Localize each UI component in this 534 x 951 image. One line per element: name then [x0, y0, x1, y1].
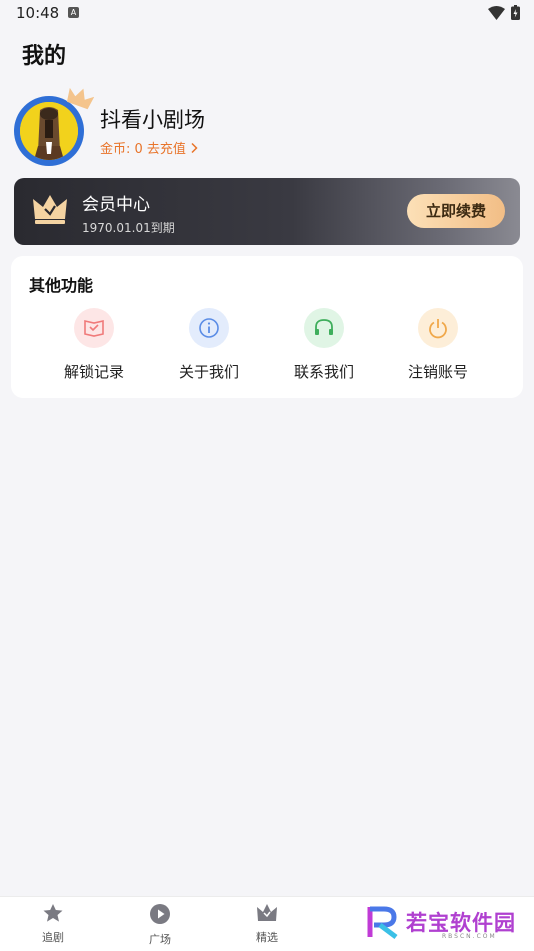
vip-crown-icon: [33, 195, 67, 224]
func-label: 注销账号: [407, 363, 468, 381]
tab-label: 追剧: [42, 931, 64, 944]
cancel-account-button[interactable]: 注销账号: [388, 308, 488, 382]
func-label: 解锁记录: [63, 363, 124, 381]
renew-button[interactable]: 立即续费: [407, 194, 505, 228]
crown-badge-icon: [66, 87, 94, 110]
func-label: 联系我们: [293, 363, 354, 381]
avatar-image: [20, 102, 78, 160]
unlock-record-button[interactable]: 解锁记录: [44, 308, 144, 382]
play-icon: [150, 904, 170, 924]
tab-square[interactable]: 广场: [130, 903, 190, 947]
bottom-tab-bar: 追剧 广场 精选 若宝软件园 RBSCN.COM: [0, 896, 534, 951]
wifi-icon: [488, 5, 505, 20]
unlock-record-icon: [74, 308, 114, 348]
tab-featured[interactable]: 精选: [237, 903, 297, 945]
coin-text: 金币: 0 去充值: [100, 142, 186, 157]
username: 抖看小剧场: [100, 108, 205, 132]
status-time: 10:48: [16, 4, 60, 22]
tab-label: 精选: [256, 931, 278, 944]
status-bar: 10:48 A: [0, 0, 534, 28]
power-icon: [418, 308, 458, 348]
contact-us-button[interactable]: 联系我们: [274, 308, 374, 382]
tab-follow[interactable]: 追剧: [23, 903, 83, 945]
notification-icon: A: [68, 7, 79, 18]
vip-expire-date: 1970.01.01到期: [82, 221, 175, 235]
vip-card[interactable]: 会员中心 1970.01.01到期 立即续费: [14, 178, 520, 245]
info-icon: [189, 308, 229, 348]
chevron-right-icon: [191, 142, 198, 153]
other-functions-card: 其他功能 解锁记录 关于我们 联系我们 注销账号: [11, 256, 523, 398]
coin-recharge-link[interactable]: 金币: 0 去充值: [100, 138, 199, 157]
about-us-button[interactable]: 关于我们: [159, 308, 259, 382]
func-label: 关于我们: [178, 363, 239, 381]
tab-label: 广场: [149, 933, 171, 946]
headset-icon: [304, 308, 344, 348]
vip-title: 会员中心: [82, 195, 150, 215]
status-icons: [488, 5, 520, 20]
star-icon: [43, 904, 63, 922]
watermark-subtext: RBSCN.COM: [442, 933, 497, 940]
battery-icon: [511, 5, 520, 20]
watermark-logo-icon: [367, 906, 398, 939]
profile-header: 抖看小剧场 金币: 0 去充值: [14, 87, 514, 168]
crown-icon: [257, 904, 277, 921]
page-title: 我的: [22, 44, 67, 69]
functions-title: 其他功能: [29, 276, 94, 295]
watermark: 若宝软件园 RBSCN.COM: [366, 905, 516, 940]
